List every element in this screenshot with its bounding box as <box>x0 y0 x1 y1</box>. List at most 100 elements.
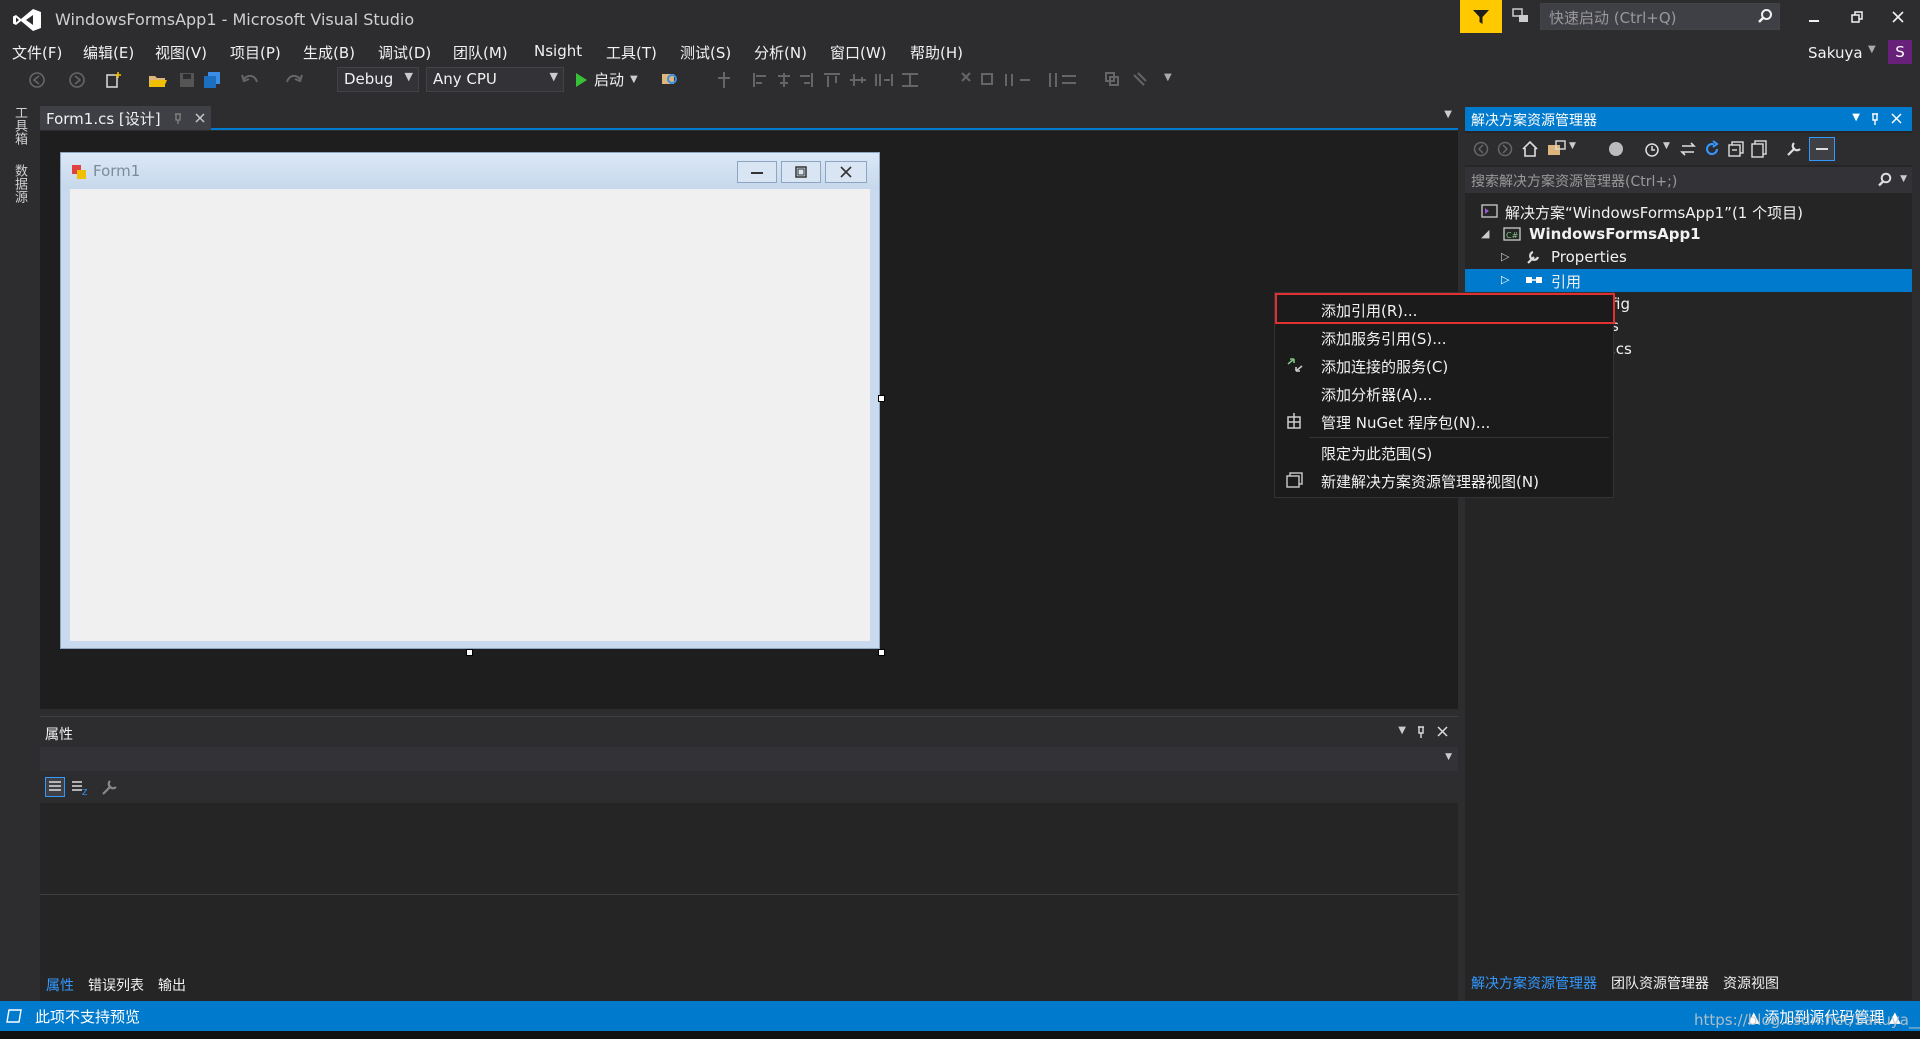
minimize-button[interactable] <box>1792 2 1836 32</box>
resize-handle-corner[interactable] <box>878 649 885 656</box>
tab-team-explorer[interactable]: 团队资源管理器 <box>1611 967 1709 997</box>
tab-resource-view[interactable]: 资源视图 <box>1723 967 1779 997</box>
menu-item-add-reference[interactable]: 添加引用(R)... <box>1275 295 1613 323</box>
tree-item-project[interactable]: ◢ C# WindowsFormsApp1 <box>1465 223 1912 246</box>
quick-launch-input[interactable]: 快速启动 (Ctrl+Q) <box>1540 3 1780 30</box>
menu-item-new-solution-explorer-view[interactable]: 新建解决方案资源管理器视图(N) <box>1275 466 1613 494</box>
menu-debug[interactable]: 调试(D) <box>378 42 431 63</box>
forward-icon[interactable] <box>1497 141 1513 157</box>
close-button[interactable] <box>1876 2 1920 32</box>
collapsed-arrow-icon[interactable]: ▷ <box>1501 273 1509 286</box>
properties-wrench-icon[interactable] <box>1785 140 1803 158</box>
solution-search-input[interactable]: 搜索解决方案资源管理器(Ctrl+;) ▼ <box>1465 167 1912 193</box>
find-in-files-icon[interactable] <box>660 71 680 89</box>
preview-selected-items-button[interactable] <box>1809 137 1835 161</box>
menu-window[interactable]: 窗口(W) <box>830 42 887 63</box>
tab-output[interactable]: 输出 <box>158 969 186 999</box>
start-debugging-button[interactable]: 启动 ▼ <box>574 69 638 90</box>
status-message: 此项不支持预览 <box>35 1008 141 1026</box>
menu-item-scope-to-this[interactable]: 限定为此范围(S) <box>1275 438 1613 466</box>
close-icon[interactable] <box>195 113 205 123</box>
menu-nsight[interactable]: Nsight <box>534 42 582 60</box>
layout-toolbar-icons[interactable] <box>752 71 922 89</box>
toolbox-tab[interactable]: 工具箱 <box>10 106 29 145</box>
align-to-grid-icon[interactable] <box>716 71 732 89</box>
solution-configuration-select[interactable]: Debug ▼ <box>337 67 419 92</box>
menu-item-manage-nuget[interactable]: 管理 NuGet 程序包(N)... <box>1275 407 1613 435</box>
menu-analyze[interactable]: 分析(N) <box>754 42 807 63</box>
restore-button[interactable] <box>1835 2 1879 32</box>
refresh-icon[interactable] <box>1703 140 1721 158</box>
menu-test[interactable]: 测试(S) <box>680 42 731 63</box>
pin-icon[interactable] <box>1870 112 1880 125</box>
save-icon[interactable] <box>178 71 196 89</box>
pin-icon[interactable] <box>1416 725 1426 738</box>
expanded-arrow-icon[interactable]: ◢ <box>1481 227 1489 240</box>
data-sources-tab[interactable]: 数据源 <box>10 164 29 203</box>
vertical-spacing-icon[interactable] <box>1048 71 1078 89</box>
tree-item-properties[interactable]: ▷ Properties <box>1465 246 1912 269</box>
menu-item-add-connected-service[interactable]: 添加连接的服务(C) <box>1275 351 1613 379</box>
menu-team[interactable]: 团队(M) <box>453 42 508 63</box>
menu-edit[interactable]: 编辑(E) <box>83 42 134 63</box>
sync-icon[interactable] <box>1679 140 1697 158</box>
new-project-icon[interactable] <box>104 71 124 89</box>
user-name[interactable]: Sakuya <box>1808 44 1863 62</box>
collapsed-arrow-icon[interactable]: ▷ <box>1501 250 1509 263</box>
order-toolbar-icons[interactable] <box>1104 71 1164 89</box>
properties-grid[interactable] <box>40 803 1458 895</box>
tree-item-references[interactable]: ▷ 引用 <box>1465 269 1912 292</box>
pin-icon[interactable] <box>173 112 183 124</box>
chevron-down-icon[interactable]: ▼ <box>1569 141 1576 151</box>
close-icon[interactable] <box>1891 113 1902 124</box>
menu-tools[interactable]: 工具(T) <box>606 42 657 63</box>
menu-project[interactable]: 项目(P) <box>230 42 281 63</box>
menu-item-add-analyzer[interactable]: 添加分析器(A)... <box>1275 379 1613 407</box>
home-icon[interactable] <box>1521 140 1539 158</box>
alphabetical-icon[interactable]: Z <box>69 777 89 797</box>
avatar[interactable]: S <box>1888 40 1912 64</box>
tab-properties[interactable]: 属性 <box>46 969 74 999</box>
menu-item-add-service-reference[interactable]: 添加服务引用(S)... <box>1275 323 1613 351</box>
property-pages-icon[interactable] <box>100 777 120 797</box>
panel-options-icon[interactable]: ▼ <box>1852 112 1860 123</box>
collapse-all-icon[interactable] <box>1727 140 1745 158</box>
chevron-down-icon[interactable]: ▼ <box>1663 141 1670 151</box>
user-dropdown-icon[interactable]: ▼ <box>1868 44 1876 55</box>
menu-help[interactable]: 帮助(H) <box>910 42 963 63</box>
spacing-toolbar-icons[interactable] <box>960 71 1030 89</box>
properties-toolbar: Z <box>40 771 1458 803</box>
menu-view[interactable]: 视图(V) <box>155 42 207 63</box>
document-list-dropdown-icon[interactable]: ▼ <box>1444 109 1452 120</box>
back-icon[interactable] <box>1473 141 1489 157</box>
form-designer-surface[interactable]: Form1 <box>40 131 1458 709</box>
resize-handle-bottom[interactable] <box>466 649 473 656</box>
notification-filter-button[interactable] <box>1460 0 1502 33</box>
close-icon[interactable] <box>1437 726 1448 737</box>
categorized-icon[interactable] <box>45 777 65 797</box>
toolbar-overflow-icon[interactable]: ▼ <box>1164 72 1172 83</box>
solution-platform-select[interactable]: Any CPU ▼ <box>426 67 564 92</box>
history-icon[interactable] <box>1643 140 1661 158</box>
redo-icon[interactable] <box>284 71 304 89</box>
navigate-back-icon[interactable] <box>28 71 46 89</box>
menu-file[interactable]: 文件(F) <box>12 42 62 63</box>
tab-solution-explorer[interactable]: 解决方案资源管理器 <box>1471 967 1597 997</box>
panel-options-icon[interactable]: ▼ <box>1398 725 1406 736</box>
show-all-files-icon[interactable] <box>1751 140 1769 158</box>
resize-handle-right[interactable] <box>878 395 885 402</box>
form-client-area[interactable] <box>70 189 870 641</box>
navigate-forward-icon[interactable] <box>68 71 86 89</box>
tree-item-solution[interactable]: 解决方案“WindowsFormsApp1”(1 个项目) <box>1465 200 1912 223</box>
tab-error-list[interactable]: 错误列表 <box>88 969 144 999</box>
object-selector-dropdown[interactable]: ▼ <box>40 747 1458 771</box>
pending-changes-icon[interactable] <box>1607 140 1625 158</box>
save-all-icon[interactable] <box>202 71 222 89</box>
switch-views-icon[interactable] <box>1547 140 1567 158</box>
feedback-icon[interactable] <box>1512 7 1530 25</box>
form1-window[interactable]: Form1 <box>60 152 880 649</box>
menu-build[interactable]: 生成(B) <box>303 42 355 63</box>
undo-icon[interactable] <box>240 71 260 89</box>
tab-form1-design[interactable]: Form1.cs [设计] <box>40 106 211 130</box>
open-file-icon[interactable] <box>148 71 168 89</box>
